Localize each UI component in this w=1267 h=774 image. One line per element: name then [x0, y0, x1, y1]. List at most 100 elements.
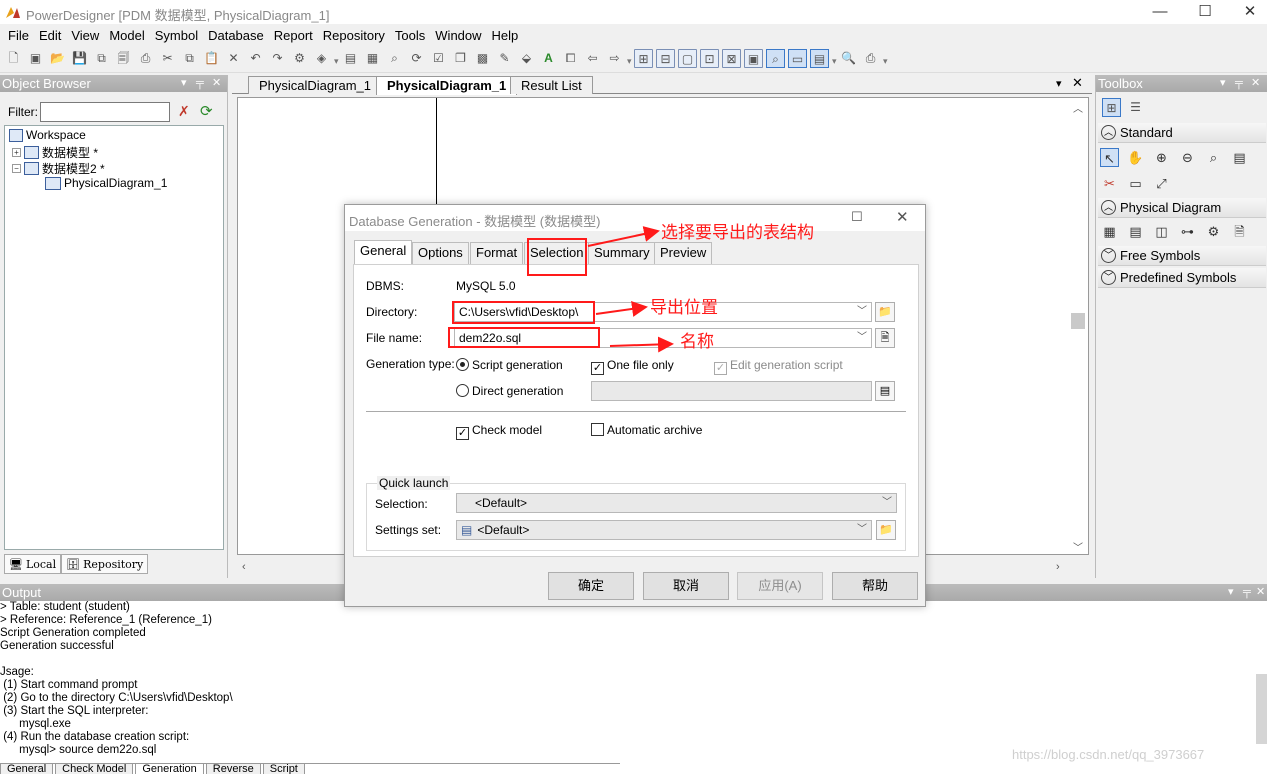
scroll-down-icon[interactable]: ﹀ [1073, 539, 1083, 554]
grid-icon[interactable]: ▩ [473, 49, 492, 68]
menu-database[interactable]: Database [204, 28, 270, 43]
open-icon[interactable]: 📂 [48, 49, 67, 68]
shadow-icon[interactable]: ❐ [451, 49, 470, 68]
ok-button[interactable]: 确定 [548, 572, 634, 600]
scroll-right-icon[interactable]: › [1056, 561, 1060, 573]
menu-tools[interactable]: Tools [391, 28, 431, 43]
layout-icon-1[interactable]: ⊞ [634, 49, 653, 68]
font-color-icon[interactable]: A [539, 49, 558, 68]
delete-tool-icon[interactable]: ✂ [1100, 174, 1119, 193]
menu-view[interactable]: View [67, 28, 105, 43]
new-project-icon[interactable]: ▣ [26, 49, 45, 68]
menu-help[interactable]: Help [488, 28, 525, 43]
tree-item-model-1[interactable]: + 数据模型 * [12, 144, 98, 161]
scroll-left-icon[interactable]: ‹ [242, 561, 246, 573]
cut-icon[interactable]: ✂ [158, 49, 177, 68]
toolbox-section-standard[interactable]: ︿ Standard [1098, 123, 1266, 143]
automatic-archive-checkbox[interactable]: Automatic archive [591, 423, 702, 437]
print-preview-icon[interactable]: 🗐 [114, 49, 133, 68]
tab-local[interactable]: 🖥 Local [4, 554, 62, 574]
checklist-icon[interactable]: ☑ [429, 49, 448, 68]
output-tab-generation[interactable]: Generation [135, 764, 204, 774]
expand-icon[interactable]: + [12, 148, 21, 157]
close-window-button[interactable]: ✕ [1227, 0, 1267, 24]
table-tool-icon[interactable]: ▤ [1126, 222, 1145, 241]
panel-menu-icon[interactable]: ▾ [1220, 75, 1226, 92]
browse-folder-button[interactable]: 📁 [875, 302, 895, 322]
output-toggle-icon[interactable]: ▭ [788, 49, 807, 68]
layout-icon-5[interactable]: ⊠ [722, 49, 741, 68]
close-panel-icon[interactable]: ✕ [1251, 75, 1260, 92]
package-tool-icon[interactable]: ▦ [1100, 222, 1119, 241]
grabber-icon[interactable]: ✋ [1126, 148, 1145, 167]
refresh-icon[interactable]: ⟳ [407, 49, 426, 68]
save-icon[interactable]: 💾 [70, 49, 89, 68]
selection-combo[interactable]: <Default> ﹀ [456, 493, 897, 513]
tab-repository[interactable]: 🗄 Repository [61, 554, 149, 574]
settings-set-combo[interactable]: ▤ <Default> ﹀ [456, 520, 872, 540]
redo-icon[interactable]: ↷ [268, 49, 287, 68]
close-tab-icon[interactable]: ✕ [1072, 75, 1083, 91]
output-tab-check-model[interactable]: Check Model [55, 764, 134, 774]
menu-repository[interactable]: Repository [319, 28, 391, 43]
layout-icon-4[interactable]: ⊡ [700, 49, 719, 68]
check-model-icon[interactable]: ◈ [312, 49, 331, 68]
pencil-icon[interactable]: ✎ [495, 49, 514, 68]
package-icon[interactable]: ▦ [363, 49, 382, 68]
tree-item-physical-diagram[interactable]: PhysicalDiagram_1 [45, 176, 167, 190]
file-tool-icon[interactable]: 🗎 [1230, 222, 1249, 241]
toolbar-dropdown-icon-3[interactable]: ▾ [832, 50, 837, 68]
link-icon[interactable]: ⤢ [1152, 174, 1171, 193]
view-tool-icon[interactable]: ◫ [1152, 222, 1171, 241]
note-icon[interactable]: ▭ [1126, 174, 1145, 193]
dialog-tab-general[interactable]: General [354, 240, 413, 265]
toolbar-dropdown-icon-4[interactable]: ▾ [883, 50, 888, 68]
dialog-maximize-icon[interactable]: ☐ [851, 209, 863, 225]
collapse-icon[interactable]: − [12, 164, 21, 173]
panel-menu-icon[interactable]: ▾ [1228, 584, 1234, 601]
new-icon[interactable]: 🗋 [4, 49, 23, 68]
layout-icon-6[interactable]: ▣ [744, 49, 763, 68]
dialog-tab-options[interactable]: Options [412, 242, 469, 264]
scroll-up-icon[interactable]: ︿ [1073, 100, 1083, 115]
tree-item-workspace[interactable]: Workspace [9, 128, 86, 142]
minimize-button[interactable]: — [1137, 0, 1183, 24]
output-tab-script[interactable]: Script [262, 764, 305, 774]
menu-report[interactable]: Report [270, 28, 319, 43]
close-panel-icon[interactable]: ✕ [212, 75, 221, 92]
print-icon-2[interactable]: ⎙ [861, 49, 880, 68]
data-source-button[interactable]: ▤ [875, 381, 895, 401]
one-file-only-checkbox[interactable]: ✓ One file only [591, 358, 674, 375]
clear-filter-icon[interactable]: ✗ [178, 103, 190, 120]
pin-icon[interactable]: ╤ [1243, 584, 1251, 601]
undo-icon[interactable]: ↶ [246, 49, 265, 68]
pointer-icon[interactable]: ↖ [1100, 148, 1119, 167]
tab-physical-diagram-2[interactable]: PhysicalDiagram_1 [376, 76, 518, 95]
close-panel-icon[interactable]: ✕ [1256, 584, 1265, 601]
menu-symbol[interactable]: Symbol [151, 28, 204, 43]
layout-icon-2[interactable]: ⊟ [656, 49, 675, 68]
paste-icon[interactable]: 📋 [202, 49, 221, 68]
browser-toggle-icon[interactable]: ⌕ [766, 49, 785, 68]
dialog-close-icon[interactable]: ✕ [896, 208, 909, 226]
layout-icon-3[interactable]: ▢ [678, 49, 697, 68]
toolbox-section-predefined-symbols[interactable]: ﹀ Predefined Symbols [1098, 268, 1266, 288]
apply-button[interactable]: 应用(A) [737, 572, 823, 600]
tab-result-list[interactable]: Result List [510, 76, 593, 94]
properties-icon[interactable]: ⚙ [290, 49, 309, 68]
icon-view-icon[interactable]: ⊞ [1102, 98, 1121, 117]
toolbox-section-free-symbols[interactable]: ﹀ Free Symbols [1098, 246, 1266, 266]
filter-input[interactable] [40, 102, 170, 122]
settings-folder-button[interactable]: 📁 [876, 520, 896, 540]
save-all-icon[interactable]: ⧉ [92, 49, 111, 68]
procedure-tool-icon[interactable]: ⚙ [1204, 222, 1223, 241]
help-button[interactable]: 帮助 [832, 572, 918, 600]
check-model-checkbox[interactable]: ✓ Check model [456, 423, 542, 440]
find-icon[interactable]: ⌕ [385, 49, 404, 68]
list-view-icon[interactable]: ☰ [1126, 98, 1145, 117]
zoom-in-icon[interactable]: ⊕ [1152, 148, 1171, 167]
menu-window[interactable]: Window [431, 28, 487, 43]
output-log[interactable]: > Table: student (student) > Reference: R… [0, 601, 1250, 761]
tab-physical-diagram-1[interactable]: PhysicalDiagram_1 [248, 76, 382, 94]
direct-generation-radio[interactable]: Direct generation [456, 384, 563, 398]
